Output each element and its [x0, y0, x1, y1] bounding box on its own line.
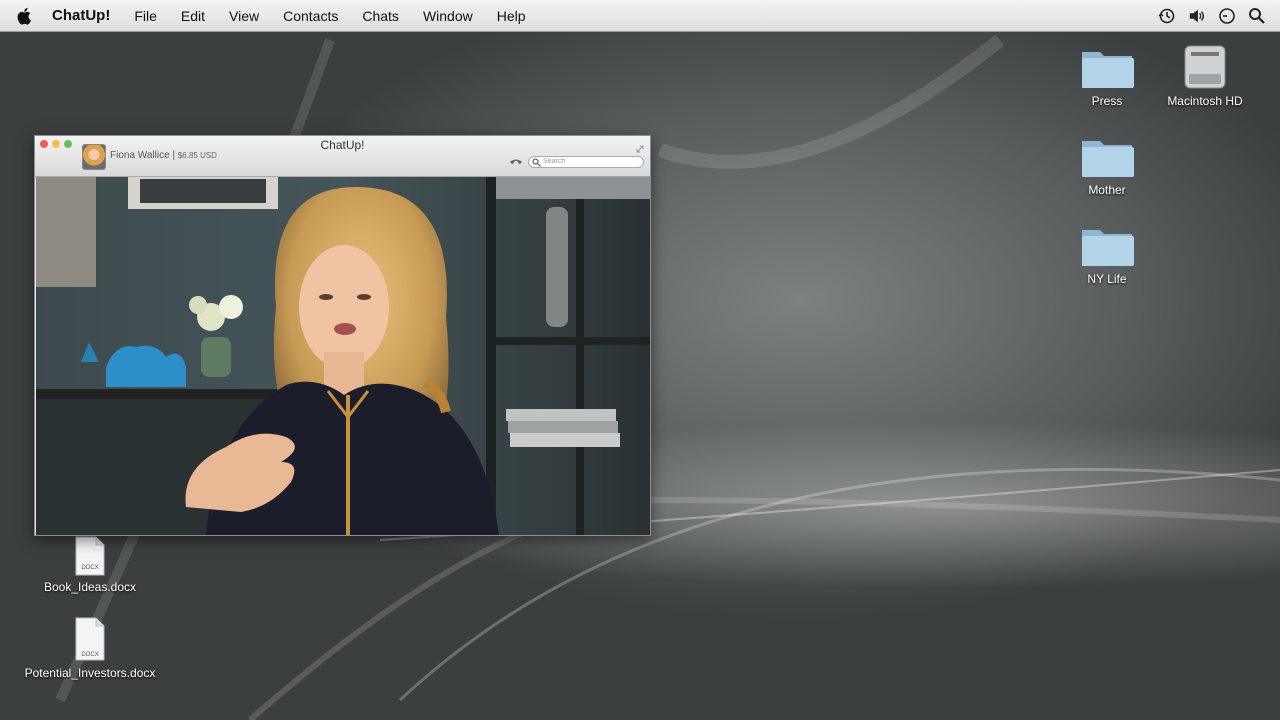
contact-separator: | — [172, 150, 176, 161]
menu-app-name[interactable]: ChatUp! — [42, 0, 122, 32]
contact-info: Fiona Wallice | $6.85 USD — [110, 150, 217, 161]
folder-icon — [1082, 230, 1134, 266]
apple-menu-icon[interactable] — [8, 0, 42, 32]
search-icon — [532, 158, 541, 171]
desktop-folder-mother[interactable]: Mother — [1052, 133, 1162, 197]
video-frame-image — [36, 177, 650, 535]
menu-bar: ChatUp! File Edit View Contacts Chats Wi… — [0, 0, 1280, 32]
folder-icon — [1082, 141, 1134, 177]
menu-window[interactable]: Window — [411, 0, 485, 32]
menu-help[interactable]: Help — [485, 0, 538, 32]
spotlight-search-icon[interactable] — [1248, 7, 1266, 25]
avatar[interactable] — [82, 144, 106, 170]
search-input[interactable]: Search — [528, 156, 644, 168]
docx-file-icon: DOCX — [75, 617, 105, 661]
desktop-folder-ny-life[interactable]: NY Life — [1052, 222, 1162, 286]
docx-file-icon: DOCX — [75, 536, 105, 576]
search-placeholder: Search — [543, 158, 566, 165]
volume-icon[interactable] — [1188, 7, 1206, 25]
desktop-icon-label: Macintosh HD — [1167, 94, 1243, 108]
svg-text:DOCX: DOCX — [81, 652, 98, 658]
clock-icon[interactable] — [1218, 7, 1236, 25]
contact-name: Fiona Wallice — [110, 150, 170, 161]
folder-icon — [1082, 52, 1134, 88]
account-balance: $6.85 USD — [177, 151, 217, 160]
desktop-macintosh-hd[interactable]: Macintosh HD — [1150, 44, 1260, 108]
time-machine-icon[interactable] — [1158, 7, 1176, 25]
desktop-icon-label: Mother — [1088, 183, 1126, 197]
menu-view[interactable]: View — [217, 0, 271, 32]
desktop-file-potential-investors[interactable]: DOCX Potential_Investors.docx — [20, 616, 160, 680]
video-call-feed[interactable] — [36, 177, 650, 535]
desktop-icon-label: Book_Ideas.docx — [43, 580, 137, 594]
desktop-folder-press[interactable]: Press — [1052, 44, 1162, 108]
menu-contacts[interactable]: Contacts — [271, 0, 350, 32]
menu-edit[interactable]: Edit — [169, 0, 217, 32]
svg-text:DOCX: DOCX — [81, 565, 98, 571]
menu-extras — [1158, 0, 1266, 32]
desktop-icon-label: Press — [1091, 94, 1123, 108]
window-titlebar[interactable]: ChatUp! Fiona Wallice | $6.85 USD Search — [35, 136, 650, 177]
menu-chats[interactable]: Chats — [350, 0, 411, 32]
phone-icon[interactable] — [509, 155, 523, 173]
fullscreen-icon[interactable] — [636, 140, 644, 158]
desktop-icon-label: Potential_Investors.docx — [24, 666, 156, 680]
hard-drive-icon — [1184, 45, 1226, 89]
chatup-window: ChatUp! Fiona Wallice | $6.85 USD Search — [34, 135, 651, 536]
menu-file[interactable]: File — [122, 0, 169, 32]
desktop-file-book-ideas[interactable]: DOCX Book_Ideas.docx — [35, 536, 145, 594]
desktop-icon-label: NY Life — [1087, 272, 1127, 286]
